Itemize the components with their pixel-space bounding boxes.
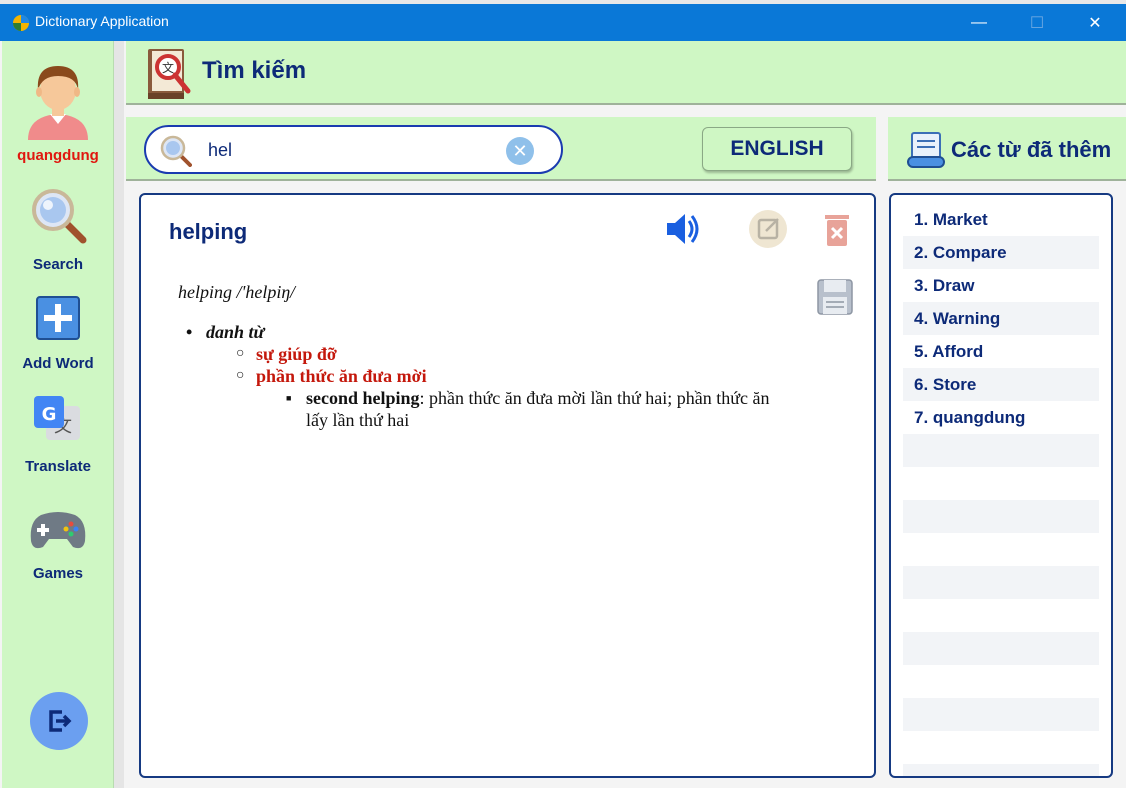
logout-icon bbox=[49, 710, 72, 732]
added-words-header: Các từ đã thêm bbox=[888, 117, 1126, 181]
app-window: Dictionary Application — ☐ ✕ quangdung S… bbox=[0, 4, 1126, 788]
svg-text:文: 文 bbox=[162, 60, 174, 75]
language-toggle-button[interactable]: ENGLISH bbox=[702, 127, 852, 171]
clear-search-button[interactable]: ✕ bbox=[506, 137, 534, 165]
sidebar: quangdung Search Add Word 文 bbox=[2, 41, 114, 788]
empty-row bbox=[903, 764, 1099, 776]
search-box[interactable]: ✕ bbox=[144, 125, 563, 174]
added-words-title: Các từ đã thêm bbox=[951, 137, 1112, 162]
list-item[interactable]: 6. Store bbox=[903, 368, 1099, 401]
translate-icon: 文 G bbox=[34, 396, 80, 440]
page-title: Tìm kiếm bbox=[202, 57, 307, 84]
save-icon[interactable] bbox=[815, 277, 855, 317]
meaning-item: phần thức ăn đưa mời bbox=[236, 365, 798, 387]
search-toolbar: ✕ ENGLISH bbox=[126, 117, 876, 181]
definition-panel: helping helping /'helpiŋ/ danh từ bbox=[139, 193, 876, 778]
app-logo-icon bbox=[13, 15, 29, 31]
empty-row bbox=[903, 434, 1099, 467]
gamepad-icon bbox=[30, 512, 86, 549]
list-item[interactable]: 2. Compare bbox=[903, 236, 1099, 269]
svg-text:G: G bbox=[42, 404, 57, 425]
empty-row bbox=[903, 698, 1099, 731]
user-avatar-icon[interactable] bbox=[24, 60, 92, 140]
window-title: Dictionary Application bbox=[35, 13, 169, 29]
list-item[interactable]: 3. Draw bbox=[903, 269, 1099, 302]
sidebar-divider bbox=[114, 41, 124, 788]
logout-button[interactable] bbox=[30, 692, 88, 750]
list-item[interactable]: 1. Market bbox=[903, 203, 1099, 236]
delete-icon[interactable] bbox=[817, 209, 857, 249]
scroll-list-icon bbox=[907, 132, 945, 168]
list-item[interactable]: 4. Warning bbox=[903, 302, 1099, 335]
edit-icon[interactable] bbox=[748, 209, 788, 249]
list-item[interactable]: 7. quangdung bbox=[903, 401, 1099, 434]
example-term: second helping bbox=[306, 388, 420, 408]
maximize-button[interactable]: ☐ bbox=[1008, 4, 1066, 41]
search-icon bbox=[160, 135, 192, 167]
list-item[interactable]: 5. Afford bbox=[903, 335, 1099, 368]
plus-icon bbox=[36, 296, 80, 340]
nav-games-label: Games bbox=[32, 565, 84, 582]
nav-search-label: Search bbox=[32, 256, 84, 273]
search-input[interactable] bbox=[208, 139, 488, 161]
nav-add-word-label: Add Word bbox=[22, 355, 94, 372]
pronunciation: helping /'helpiŋ/ bbox=[178, 282, 296, 302]
dictionary-book-icon: 文 bbox=[148, 49, 191, 99]
minimize-button[interactable]: — bbox=[950, 4, 1008, 41]
page-header: 文 Tìm kiếm bbox=[126, 41, 1126, 105]
close-button[interactable]: ✕ bbox=[1066, 4, 1124, 41]
example-item: second helping: phần thức ăn đưa mời lần… bbox=[286, 387, 776, 431]
meaning-item: sự giúp đỡ bbox=[236, 343, 798, 365]
empty-row bbox=[903, 632, 1099, 665]
word-title: helping bbox=[169, 219, 248, 244]
part-of-speech: danh từ bbox=[186, 321, 798, 343]
added-words-list: 1. Market 2. Compare 3. Draw 4. Warning … bbox=[889, 193, 1113, 778]
username-label[interactable]: quangdung bbox=[2, 147, 114, 164]
empty-row bbox=[903, 566, 1099, 599]
speaker-icon[interactable] bbox=[663, 209, 703, 249]
nav-translate-label: Translate bbox=[25, 458, 91, 475]
empty-row bbox=[903, 500, 1099, 533]
title-bar: Dictionary Application — ☐ ✕ bbox=[0, 4, 1126, 41]
magnifier-icon bbox=[32, 189, 87, 244]
definition-content: helping /'helpiŋ/ danh từ sự giúp đỡ phầ… bbox=[178, 281, 798, 431]
